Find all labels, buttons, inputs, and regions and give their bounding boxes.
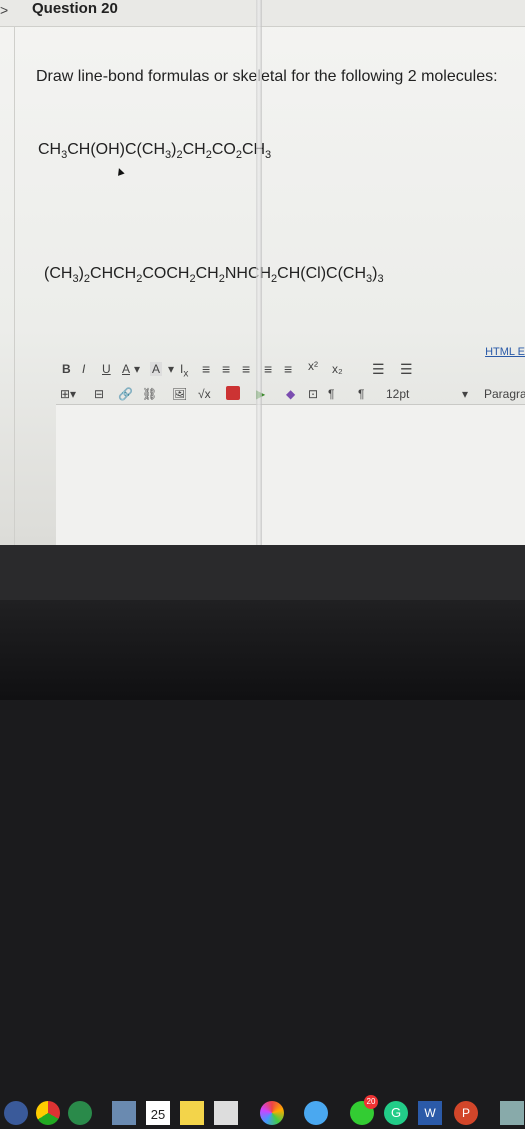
calendar-icon[interactable]: 25 (146, 1101, 170, 1125)
laptop-bezel (0, 600, 525, 700)
rich-text-toolbar: B I U A ▾ A ▾ Ix ≡ ≡ ≡ ≡ ≡ x² x₂ ☰ ☰ ⊞▾ … (56, 356, 525, 410)
grammarly-icon[interactable]: G (384, 1101, 408, 1125)
collapse-chevron-icon[interactable]: > (0, 2, 8, 18)
browser-screen: > Question 20 Draw line-bond formulas or… (0, 0, 525, 545)
mouse-cursor-icon: ▲ (111, 162, 128, 180)
italic-button[interactable]: I (82, 362, 85, 376)
preview-icon[interactable] (112, 1101, 136, 1125)
align-left-button[interactable]: ≡ (202, 361, 210, 377)
youtube-icon[interactable] (226, 386, 240, 400)
record-media-icon[interactable]: ⊡ (308, 387, 318, 401)
bold-button[interactable]: B (62, 362, 71, 376)
molecule-2-formula: (CH3)2CHCH2COCH2CH2NHCH2CH(Cl)C(CH3)3 (44, 265, 384, 286)
font-color-dropdown-icon[interactable]: ▾ (134, 362, 140, 376)
numbered-list-button[interactable]: ☰ (400, 361, 413, 378)
embed-icon[interactable]: ⊟ (94, 387, 104, 401)
diamond-icon[interactable]: ◆ (286, 387, 295, 401)
facetime-icon[interactable] (68, 1101, 92, 1125)
image-icon[interactable]: 🖼 (172, 387, 187, 401)
paragraph-select[interactable]: Paragra (484, 387, 525, 401)
equation-icon[interactable]: √x (198, 387, 211, 401)
ltr-paragraph-icon[interactable]: ¶ (328, 387, 334, 401)
powerpoint-icon[interactable]: P (454, 1101, 478, 1125)
bullet-list-button[interactable]: ☰ (372, 361, 385, 378)
maps-icon[interactable] (214, 1101, 238, 1125)
underline-button[interactable]: U (102, 362, 111, 376)
launchpad-icon[interactable] (4, 1101, 28, 1125)
app-icon[interactable] (500, 1101, 524, 1125)
dock: 25 G W P 20 (0, 545, 525, 1125)
rtl-paragraph-icon[interactable]: ¶ (358, 387, 364, 401)
molecule-1-formula: CH3CH(OH)C(CH3)2CH2CO2CH3 (38, 141, 272, 162)
align-justify-button[interactable]: ≡ (264, 361, 272, 377)
font-size-select[interactable]: 12pt (386, 387, 409, 401)
unlink-icon[interactable]: ⛓ (142, 387, 157, 401)
table-icon[interactable]: ⊞▾ (60, 387, 76, 401)
screen-glare (256, 0, 262, 545)
subscript-button[interactable]: x₂ (332, 362, 343, 376)
messages-icon[interactable] (304, 1101, 328, 1125)
superscript-button[interactable]: x² (308, 359, 318, 373)
left-divider (14, 26, 15, 545)
question-header: > Question 20 (0, 0, 525, 27)
answer-editor[interactable] (56, 404, 525, 545)
word-icon[interactable]: W (418, 1101, 442, 1125)
indent-button[interactable]: ≡ (284, 361, 292, 377)
link-icon[interactable]: 🔗 (118, 387, 133, 401)
photos-icon[interactable] (260, 1101, 284, 1125)
highlight-color-button[interactable]: A (150, 362, 163, 376)
font-color-button[interactable]: A (122, 362, 130, 376)
question-title: Question 20 (32, 0, 118, 17)
chrome-icon[interactable] (36, 1101, 60, 1125)
notification-badge: 20 (364, 1095, 378, 1109)
notes-icon[interactable] (180, 1101, 204, 1125)
font-size-dropdown-icon[interactable]: ▾ (462, 387, 468, 401)
highlight-dropdown-icon[interactable]: ▾ (168, 362, 174, 376)
align-right-button[interactable]: ≡ (242, 361, 250, 377)
align-center-button[interactable]: ≡ (222, 361, 230, 377)
clear-format-button[interactable]: Ix (180, 362, 188, 379)
question-prompt: Draw line-bond formulas or skeletal for … (36, 68, 498, 85)
